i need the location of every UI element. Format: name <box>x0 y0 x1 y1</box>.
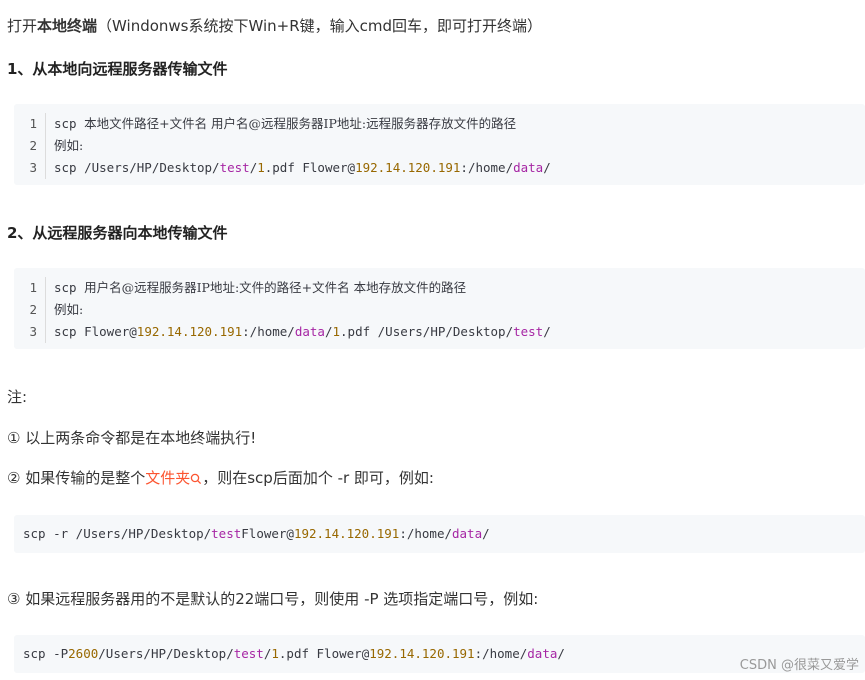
intro-bold: 本地终端 <box>37 17 98 35</box>
code-line: 1 scp 用户名@远程服务器IP地址:文件的路径+文件名 本地存放文件的路径 <box>14 277 865 299</box>
line-number: 2 <box>14 299 46 321</box>
section2-heading: 2、从远程服务器向本地传输文件 <box>7 224 228 242</box>
code-text: / <box>263 646 272 661</box>
code-text: :/home/ <box>242 324 295 339</box>
code-text: /Users/HP/Desktop/ <box>98 646 234 661</box>
code-text: scp /Users/HP/Desktop/ <box>54 160 220 175</box>
search-icon[interactable] <box>190 469 202 487</box>
code-text: scp <box>54 116 85 131</box>
code-line: 3 scp Flower@192.14.120.191:/home/data / 1.… <box>14 321 865 343</box>
code-text: .pdf /Users/HP/Desktop/ <box>340 324 514 339</box>
code-text: 例如: <box>54 138 84 153</box>
code-block-1[interactable]: 1 scp 本地文件路径+文件名 用户名@远程服务器IP地址:远程服务器存放文件的… <box>14 104 865 185</box>
code-line: 1 scp 本地文件路径+文件名 用户名@远程服务器IP地址:远程服务器存放文件的… <box>14 113 865 135</box>
code-text: / <box>482 526 490 541</box>
code-keyword: data <box>452 526 483 541</box>
code-text: scp -P <box>23 646 69 661</box>
line-number: 3 <box>14 157 46 179</box>
code-text: 用户名@远程服务器IP地址:文件的路径+文件名 本地存放文件的路径 <box>84 280 467 295</box>
section1-heading: 1、从本地向远程服务器传输文件 <box>7 60 228 78</box>
code-text: / <box>557 646 565 661</box>
code-line: 2 例如: <box>14 135 865 157</box>
code-number: 1 <box>332 324 341 339</box>
code-line: 3 scp /Users/HP/Desktop/test / 1.pdf Flower… <box>14 157 865 179</box>
line-number: 1 <box>14 277 46 299</box>
code-line: scp -r /Users/HP/Desktop/test Flower@ 192… <box>23 515 856 553</box>
code-number: 1 <box>257 160 265 175</box>
code-text: :/home/ <box>399 526 452 541</box>
code-block-r[interactable]: scp -r /Users/HP/Desktop/test Flower@ 192… <box>14 515 865 553</box>
intro-prefix: 打开 <box>7 17 38 35</box>
code-keyword: data <box>294 324 325 339</box>
code-line: scp -P 2600 /Users/HP/Desktop/test/1 .pdf… <box>23 635 856 673</box>
code-text: :/home/ <box>460 160 514 175</box>
code-line: 2 例如: <box>14 299 865 321</box>
code-text: scp -r /Users/HP/Desktop/ <box>23 526 212 541</box>
code-ip: 192.14.120.191 <box>369 646 475 661</box>
line-number: 2 <box>14 135 46 157</box>
code-number: 1 <box>271 646 279 661</box>
code-ip: 192.14.120.191 <box>355 160 461 175</box>
code-keyword: test <box>219 160 250 175</box>
note-3: ③ 如果远程服务器用的不是默认的22端口号，则使用 -P 选项指定端口号，例如: <box>7 590 539 608</box>
code-keyword: test <box>211 526 242 541</box>
code-text: :/home/ <box>474 646 528 661</box>
code-keyword: data <box>527 646 558 661</box>
code-ip: 192.14.120.191 <box>293 526 400 541</box>
code-text: Flower@ <box>241 526 294 541</box>
code-text: .pdf Flower@ <box>278 646 370 661</box>
line-number: 1 <box>14 113 46 135</box>
code-keyword: test <box>233 646 264 661</box>
intro-suffix: （Windonws系统按下Win+R键，输入cmd回车，即可打开终端） <box>97 17 543 35</box>
code-ip: 192.14.120.191 <box>136 324 243 339</box>
code-text: 本地文件路径+文件名 用户名@远程服务器IP地址:远程服务器存放文件的路径 <box>84 116 517 131</box>
code-text: scp <box>54 280 85 295</box>
code-text: / <box>543 160 551 175</box>
code-block-2[interactable]: 1 scp 用户名@远程服务器IP地址:文件的路径+文件名 本地存放文件的路径 2… <box>14 268 865 349</box>
line-number: 3 <box>14 321 46 343</box>
folder-link[interactable]: 文件夹 <box>145 469 190 487</box>
code-text: .pdf Flower@ <box>264 160 356 175</box>
notes-label: 注: <box>7 388 28 406</box>
code-text: scp Flower@ <box>54 324 137 339</box>
note-2-suffix: ，则在scp后面加个 -r 即可，例如: <box>202 469 434 487</box>
note-2-prefix: ② 如果传输的是整个 <box>7 469 146 487</box>
watermark: CSDN @很菜又爱学 <box>739 658 859 673</box>
code-text: 例如: <box>54 302 84 317</box>
code-port: 2600 <box>68 646 99 661</box>
intro-line: 打开本地终端（Windonws系统按下Win+R键，输入cmd回车，即可打开终端… <box>7 15 542 37</box>
note-2: ② 如果传输的是整个文件夹 ，则在scp后面加个 -r 即可，例如: <box>7 467 434 489</box>
code-text: / <box>543 324 551 339</box>
code-keyword: data <box>513 160 544 175</box>
code-block-p[interactable]: scp -P 2600 /Users/HP/Desktop/test/1 .pdf… <box>14 635 865 673</box>
note-1: ① 以上两条命令都是在本地终端执行! <box>7 429 257 447</box>
code-keyword: test <box>513 324 544 339</box>
